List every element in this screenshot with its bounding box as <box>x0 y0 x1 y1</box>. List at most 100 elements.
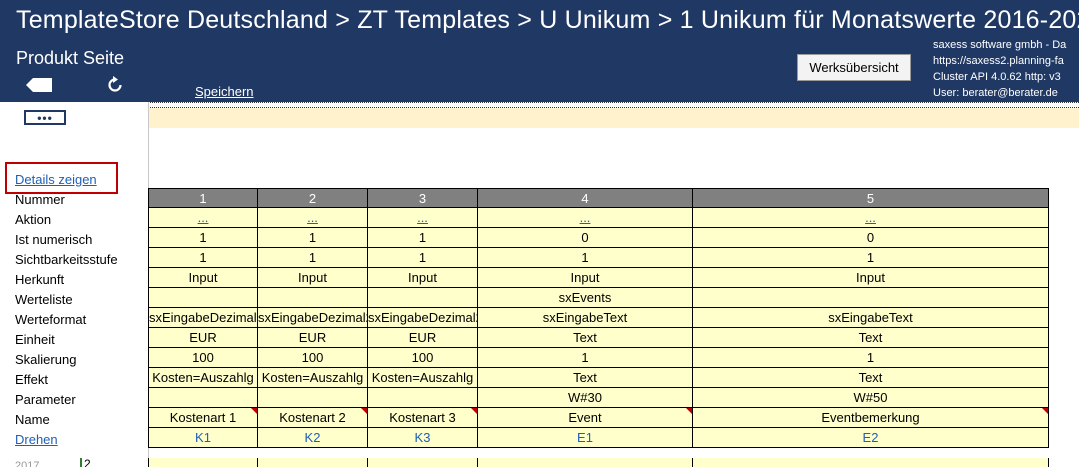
code-cell[interactable]: E2 <box>693 428 1049 448</box>
grid-cell: EUR <box>368 328 478 348</box>
code-cell-text[interactable]: E2 <box>863 430 879 445</box>
grid-cell-text: Input <box>298 270 327 285</box>
row-label: Aktion <box>15 212 52 227</box>
code-cell[interactable]: K1 <box>148 428 258 448</box>
grid-cell-text: Text <box>573 370 597 385</box>
code-cell-text[interactable]: E1 <box>577 430 593 445</box>
code-cell[interactable]: K3 <box>368 428 478 448</box>
grid-cell: Event <box>478 408 693 428</box>
grid-cell: Input <box>258 268 368 288</box>
grid-cell-text: 1 <box>418 250 427 265</box>
grid-cell-text: Kosten=Auszahlg <box>152 370 254 385</box>
grid-cell: sxEingabeDezimal2 <box>148 308 258 328</box>
column-header-text: 5 <box>866 191 875 206</box>
grid-cell: Input <box>693 268 1049 288</box>
grid-cell <box>693 288 1049 308</box>
refresh-icon[interactable] <box>106 76 124 94</box>
grid-cell-text: Text <box>573 330 597 345</box>
code-cell[interactable]: K2 <box>258 428 368 448</box>
grid-cell: Kosten=Auszahlg <box>258 368 368 388</box>
action-link[interactable]: ... <box>368 208 478 228</box>
grid-cell-text: Text <box>858 370 883 385</box>
details-zeigen-link[interactable]: Details zeigen <box>15 172 97 187</box>
grid-cell-text: Event <box>568 410 602 425</box>
grid-cell: Input <box>478 268 693 288</box>
grid-cell <box>258 288 368 308</box>
grid-cell <box>148 288 258 308</box>
action-link[interactable]: ... <box>148 208 258 228</box>
code-cell-text[interactable]: K2 <box>305 430 321 445</box>
action-link-text[interactable]: ... <box>865 210 876 225</box>
action-link-text[interactable]: ... <box>198 210 209 225</box>
info-line: User: berater@berater.de <box>933 87 1058 99</box>
grid-cell-text: Kosten=Auszahlg <box>371 370 474 385</box>
back-arrow-icon[interactable] <box>26 78 52 92</box>
row-label: Effekt <box>15 372 49 387</box>
grid-cell-text: Input <box>856 270 885 285</box>
grid-cell-text: W#50 <box>853 390 888 405</box>
grid-cell-partial <box>478 458 693 467</box>
grid-cell: 1 <box>148 248 258 268</box>
werksuebersicht-button[interactable]: Werksübersicht <box>797 54 911 81</box>
grid-cell: Kostenart 1 <box>148 408 258 428</box>
grid-cell <box>258 388 368 408</box>
grid-cell-text: sxEingabeDezimal2 <box>368 310 478 325</box>
page-title: TemplateStore Deutschland > ZT Templates… <box>16 6 1079 34</box>
action-link-text[interactable]: ... <box>417 210 428 225</box>
action-link-text[interactable]: ... <box>307 210 318 225</box>
grid-cell-text: 1 <box>581 350 589 365</box>
grid-cell <box>368 388 478 408</box>
grid-cell: Text <box>478 368 693 388</box>
code-cell[interactable]: E1 <box>478 428 693 448</box>
grid-cell: Kosten=Auszahlg <box>368 368 478 388</box>
grid-cell-text: sxEvents <box>558 290 612 305</box>
grid-cell: 1 <box>368 228 478 248</box>
session-info: saxess software gmbh - Da https://saxess… <box>933 37 1066 101</box>
page-subtitle: Produkt Seite <box>16 48 125 68</box>
grid-cell: Text <box>693 328 1049 348</box>
grid-cell-partial <box>148 458 258 467</box>
grid-cell: 1 <box>368 248 478 268</box>
code-cell-text[interactable]: K3 <box>415 430 431 445</box>
grid-cell: 1 <box>148 228 258 248</box>
row-label: Name <box>15 412 50 427</box>
column-header: 5 <box>693 188 1049 208</box>
grid-cell: EUR <box>258 328 368 348</box>
grid-cell-text: 1 <box>308 250 317 265</box>
grid-cell: sxEingabeText <box>478 308 693 328</box>
grid-cell-text: Input <box>188 270 218 285</box>
grid-cell: Kosten=Auszahlg <box>148 368 258 388</box>
comment-marker-icon <box>686 408 692 414</box>
grid-cell-text: 0 <box>866 230 875 245</box>
grid-cell-text: 100 <box>192 350 214 365</box>
code-cell-text[interactable]: K1 <box>195 430 211 445</box>
grid-cell-text: 1 <box>199 230 207 245</box>
grid-cell: sxEingabeDezimal2 <box>258 308 368 328</box>
grid-cell: Text <box>478 328 693 348</box>
grid-cell-partial <box>368 458 478 467</box>
grid-cell-text: sxEingabeText <box>542 310 628 325</box>
grid-cell-text: Kostenart 3 <box>389 410 456 425</box>
column-header: 3 <box>368 188 478 208</box>
grid-cell-partial <box>693 458 1049 467</box>
grid-cell-text: EUR <box>408 330 437 345</box>
column-header: 4 <box>478 188 693 208</box>
column-header-text: 3 <box>418 191 427 206</box>
header-bar: TemplateStore Deutschland > ZT Templates… <box>0 0 1079 102</box>
more-options-button[interactable]: ••• <box>24 110 66 125</box>
action-link[interactable]: ... <box>693 208 1049 228</box>
comment-marker-icon <box>1042 408 1048 414</box>
grid-cell-text: 1 <box>418 230 427 245</box>
action-link-text[interactable]: ... <box>580 210 591 225</box>
row-label: Parameter <box>15 392 76 407</box>
grid-cell-text: Kostenart 2 <box>279 410 346 425</box>
drehen-link[interactable]: Drehen <box>15 432 58 447</box>
row-label: Werteliste <box>15 292 73 307</box>
action-link[interactable]: ... <box>258 208 368 228</box>
toolbar-stripe <box>148 108 1079 128</box>
save-link[interactable]: Speichern <box>195 84 254 99</box>
comment-marker-icon <box>471 408 477 414</box>
column-header: 2 <box>258 188 368 208</box>
grid-cell: Text <box>693 368 1049 388</box>
action-link[interactable]: ... <box>478 208 693 228</box>
